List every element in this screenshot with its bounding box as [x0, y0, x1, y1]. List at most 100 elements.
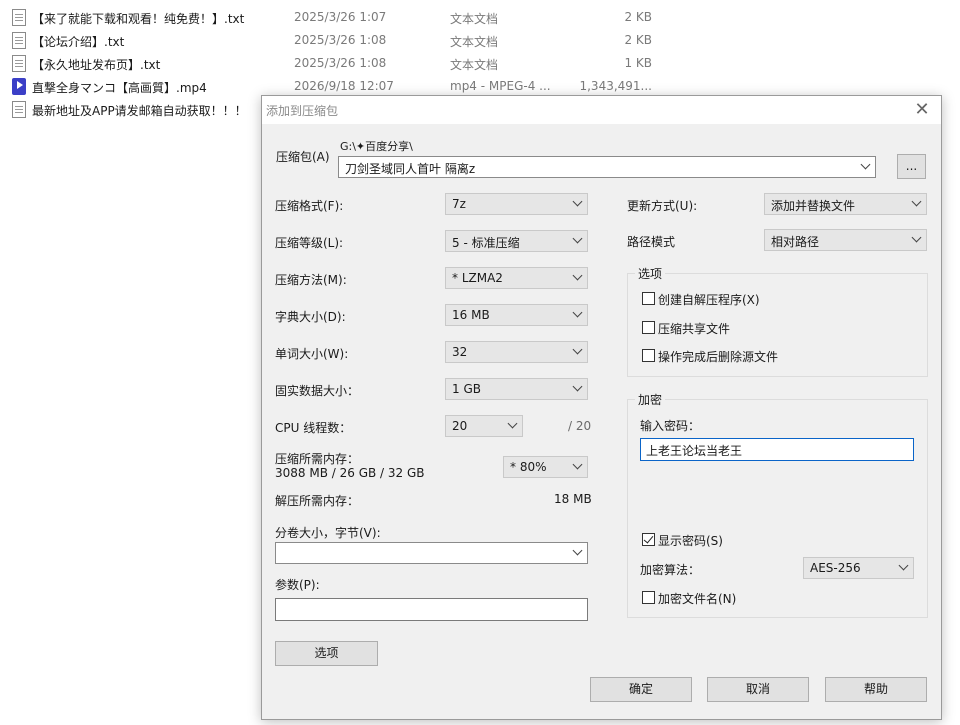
encrypt-names-label[interactable]: 加密文件名(N) — [658, 590, 736, 607]
encryption-group-title: 加密 — [635, 391, 666, 408]
solid-block-select[interactable]: 1 GB — [445, 378, 588, 400]
file-name: 直撃全身マンコ【高画質】.mp4 — [32, 81, 207, 95]
file-row[interactable]: 【永久地址发布页】.txt 2025/3/26 1:08 文本文档 1 KB — [12, 54, 672, 74]
chevron-down-icon — [911, 196, 922, 207]
format-value: 7z — [452, 197, 466, 211]
password-input[interactable]: 上老王论坛当老王 — [640, 438, 914, 461]
dictionary-select[interactable]: 16 MB — [445, 304, 588, 326]
memory-usage-select[interactable]: * 80% — [503, 456, 588, 478]
show-password-checkbox[interactable] — [642, 533, 655, 546]
file-size: 2 KB — [624, 10, 652, 24]
help-button[interactable]: 帮助 — [825, 677, 927, 702]
chevron-down-icon — [898, 560, 909, 571]
file-row[interactable]: 直撃全身マンコ【高画質】.mp4 2026/9/18 12:07 mp4 - M… — [12, 77, 672, 97]
options-button[interactable]: 选项 — [275, 641, 378, 666]
sfx-checkbox[interactable] — [642, 292, 655, 305]
encryption-method-value: AES-256 — [810, 561, 861, 575]
file-row[interactable]: 【论坛介绍】.txt 2025/3/26 1:08 文本文档 2 KB — [12, 31, 672, 51]
cancel-button[interactable]: 取消 — [707, 677, 809, 702]
update-mode-label: 更新方式(U): — [627, 199, 698, 213]
method-value: * LZMA2 — [452, 271, 503, 285]
chevron-down-icon — [572, 459, 583, 470]
parameters-input[interactable] — [275, 598, 588, 621]
archive-path: G:\✦百度分享\ — [340, 140, 413, 153]
volume-size-label: 分卷大小，字节(V): — [275, 526, 381, 540]
encrypt-names-checkbox[interactable] — [642, 591, 655, 604]
volume-size-input[interactable] — [275, 542, 588, 564]
update-mode-select[interactable]: 添加并替换文件 — [764, 193, 927, 215]
threads-select[interactable]: 20 — [445, 415, 523, 437]
chevron-down-icon — [572, 344, 583, 355]
threads-max: / 20 — [568, 419, 592, 433]
file-type: 文本文档 — [450, 35, 499, 49]
text-document-icon — [12, 55, 26, 72]
encryption-method-label: 加密算法： — [640, 563, 701, 577]
threads-label: CPU 线程数： — [275, 421, 352, 435]
shared-files-checkbox[interactable] — [642, 321, 655, 334]
path-mode-value: 相对路径 — [771, 235, 820, 249]
word-size-value: 32 — [452, 345, 468, 359]
show-password-label[interactable]: 显示密码(S) — [658, 532, 723, 549]
sfx-label[interactable]: 创建自解压程序(X) — [658, 291, 760, 308]
file-row[interactable]: 【来了就能下载和观看！纯免费！】.txt 2025/3/26 1:07 文本文档… — [12, 8, 672, 28]
options-group-title: 选项 — [635, 265, 666, 282]
chevron-down-icon — [572, 233, 583, 244]
archive-name-value: 刀剑圣域同人首叶 隔离z — [345, 162, 476, 176]
encryption-method-select[interactable]: AES-256 — [803, 557, 914, 579]
chevron-down-icon[interactable] — [572, 545, 583, 556]
dictionary-label: 字典大小(D): — [275, 310, 346, 324]
text-document-icon — [12, 9, 26, 26]
text-document-icon — [12, 101, 26, 118]
text-document-icon — [12, 32, 26, 49]
threads-value: 20 — [452, 419, 468, 433]
dictionary-value: 16 MB — [452, 308, 490, 322]
level-value: 5 - 标准压缩 — [452, 236, 520, 250]
archive-name-input[interactable]: 刀剑圣域同人首叶 隔离z — [338, 156, 876, 178]
method-select[interactable]: * LZMA2 — [445, 267, 588, 289]
shared-files-label[interactable]: 压缩共享文件 — [658, 320, 730, 337]
chevron-down-icon[interactable] — [860, 159, 871, 170]
archive-label: 压缩包(A) — [276, 150, 330, 164]
format-select[interactable]: 7z — [445, 193, 588, 215]
file-date: 2025/3/26 1:08 — [294, 56, 387, 70]
chevron-down-icon — [911, 232, 922, 243]
solid-block-label: 固实数据大小： — [275, 384, 360, 398]
path-mode-select[interactable]: 相对路径 — [764, 229, 927, 251]
level-select[interactable]: 5 - 标准压缩 — [445, 230, 588, 252]
file-name: 【来了就能下载和观看！纯免费！】.txt — [32, 12, 245, 26]
compress-memory-value: 3088 MB / 26 GB / 32 GB — [275, 466, 425, 480]
add-to-archive-dialog: 添加到压缩包 ✕ 压缩包(A) G:\✦百度分享\ 刀剑圣域同人首叶 隔离z .… — [261, 95, 942, 720]
delete-after-label[interactable]: 操作完成后删除源文件 — [658, 348, 778, 365]
chevron-down-icon — [572, 196, 583, 207]
close-icon[interactable]: ✕ — [911, 99, 933, 121]
format-label: 压缩格式(F): — [275, 199, 344, 213]
update-mode-value: 添加并替换文件 — [771, 199, 856, 213]
ok-button[interactable]: 确定 — [590, 677, 692, 702]
decompress-memory-value: 18 MB — [554, 492, 592, 506]
chevron-down-icon — [572, 381, 583, 392]
file-name: 最新地址及APP请发邮箱自动获取！！！ — [32, 104, 247, 118]
method-label: 压缩方法(M): — [275, 273, 347, 287]
dialog-title: 添加到压缩包 — [266, 104, 339, 118]
file-date: 2026/9/18 12:07 — [294, 79, 394, 93]
file-name: 【永久地址发布页】.txt — [32, 58, 161, 72]
file-date: 2025/3/26 1:07 — [294, 10, 387, 24]
file-size: 1,343,491... — [579, 79, 652, 93]
word-size-label: 单词大小(W): — [275, 347, 349, 361]
chevron-down-icon — [507, 418, 518, 429]
parameters-label: 参数(P): — [275, 578, 320, 592]
dialog-titlebar[interactable]: 添加到压缩包 ✕ — [262, 96, 941, 124]
browse-button[interactable]: ... — [897, 154, 926, 179]
word-size-select[interactable]: 32 — [445, 341, 588, 363]
file-type: mp4 - MPEG-4 ... — [450, 79, 551, 93]
video-file-icon — [12, 78, 26, 95]
compress-memory-label: 压缩所需内存： — [275, 452, 360, 466]
password-label: 输入密码： — [640, 419, 701, 433]
file-date: 2025/3/26 1:08 — [294, 33, 387, 47]
file-size: 1 KB — [624, 56, 652, 70]
delete-after-checkbox[interactable] — [642, 349, 655, 362]
decompress-memory-label: 解压所需内存： — [275, 494, 360, 508]
file-type: 文本文档 — [450, 58, 499, 72]
file-size: 2 KB — [624, 33, 652, 47]
solid-block-value: 1 GB — [452, 382, 481, 396]
